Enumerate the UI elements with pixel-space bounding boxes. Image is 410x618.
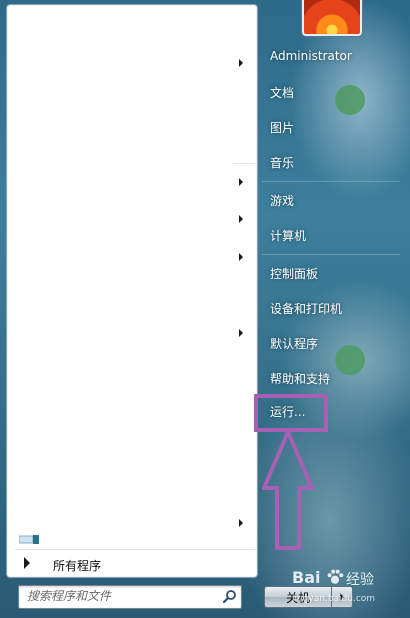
music-link[interactable]: 音乐: [270, 154, 294, 171]
right-pane-separator: [262, 181, 400, 182]
control-panel-link[interactable]: 控制面板: [270, 265, 318, 282]
watermark-text: Bai: [292, 568, 321, 587]
blurred-desktop-shape: [335, 345, 365, 375]
recent-item-submenu-arrow-icon[interactable]: [239, 519, 243, 527]
right-pane-separator: [262, 254, 400, 255]
user-avatar[interactable]: [302, 0, 362, 36]
blurred-desktop-shape: [335, 85, 365, 115]
devices-and-printers-link[interactable]: 设备和打印机: [270, 300, 342, 317]
watermark-url: jingyan.baidu.com: [292, 594, 376, 604]
search-icon[interactable]: [222, 589, 237, 604]
pinned-item-submenu-arrow-icon[interactable]: [239, 59, 243, 67]
recent-item-submenu-arrow-icon[interactable]: [239, 178, 243, 186]
pinned-separator: [233, 163, 255, 164]
programs-pane: 所有程序: [6, 4, 258, 578]
games-link[interactable]: 游戏: [270, 192, 294, 209]
search-box[interactable]: [18, 585, 242, 609]
run-highlight-box: [254, 394, 328, 432]
all-programs-separator: [15, 549, 255, 550]
computer-link[interactable]: 计算机: [270, 227, 306, 244]
recent-item-submenu-arrow-icon[interactable]: [239, 215, 243, 223]
default-programs-link[interactable]: 默认程序: [270, 335, 318, 352]
search-input[interactable]: [19, 586, 213, 606]
recent-item-submenu-arrow-icon[interactable]: [239, 253, 243, 261]
recent-item-submenu-arrow-icon[interactable]: [239, 329, 243, 337]
user-name-link[interactable]: Administrator: [270, 49, 352, 63]
program-tray-icon: [19, 535, 39, 544]
documents-link[interactable]: 文档: [270, 84, 294, 101]
help-and-support-link[interactable]: 帮助和支持: [270, 370, 330, 387]
pictures-link[interactable]: 图片: [270, 119, 294, 136]
all-programs-label[interactable]: 所有程序: [53, 557, 101, 574]
up-arrow-annotation: [262, 430, 314, 550]
paw-icon: [327, 569, 344, 584]
all-programs-arrow-icon[interactable]: [24, 557, 30, 569]
watermark-text-2: 经验: [346, 572, 374, 588]
baidu-watermark: Bai 经验 jingyan.baidu.com: [292, 568, 410, 614]
